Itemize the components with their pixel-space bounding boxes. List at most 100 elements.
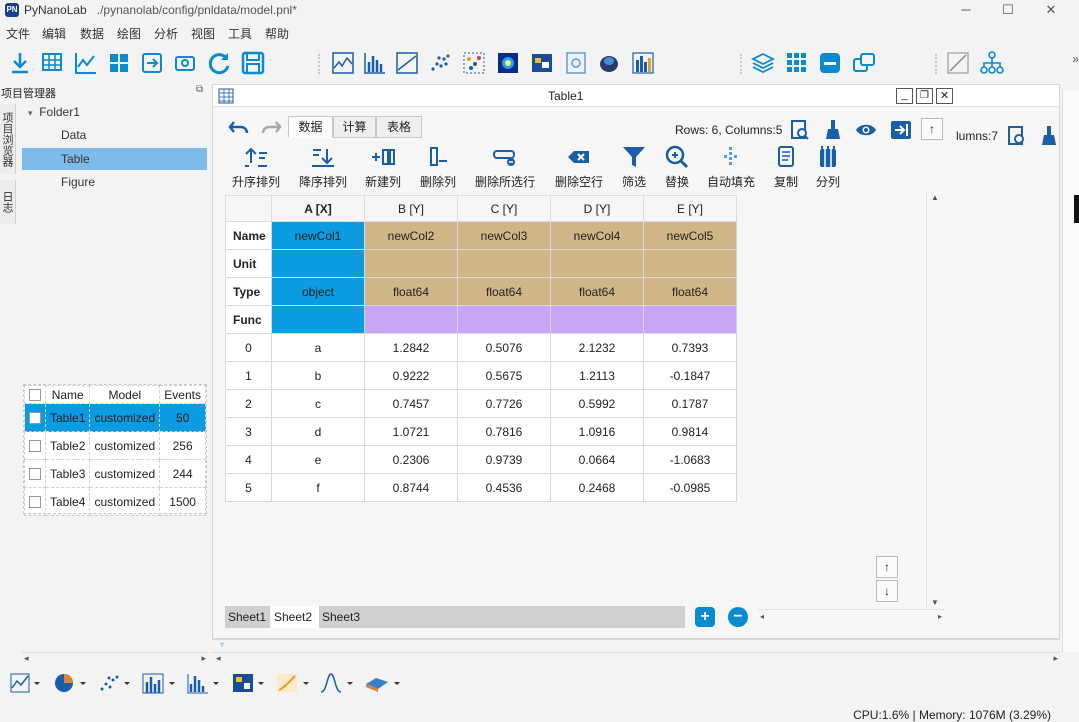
cell-type-a[interactable]: object: [271, 277, 365, 306]
data-cell[interactable]: -1.0683: [643, 445, 737, 474]
scatter-plot-icon[interactable]: [427, 50, 453, 76]
close-window-button[interactable]: ✕: [1040, 1, 1062, 19]
menu-file[interactable]: 文件: [6, 25, 30, 42]
column-header-d[interactable]: D [Y]: [550, 195, 644, 222]
import-icon[interactable]: [7, 50, 33, 76]
tree-item-figure[interactable]: Figure: [61, 171, 201, 193]
row-index[interactable]: 4: [225, 445, 272, 474]
row-checkbox[interactable]: [24, 487, 46, 516]
data-cell[interactable]: -0.1847: [643, 361, 737, 390]
vtab-log[interactable]: 日志: [0, 180, 16, 224]
menu-tools[interactable]: 工具: [228, 25, 252, 42]
tab-table[interactable]: 表格: [376, 116, 422, 138]
area-plot-icon[interactable]: [394, 50, 420, 76]
float-panel-icon[interactable]: ⧉: [196, 84, 203, 95]
data-cell[interactable]: -0.0985: [643, 473, 737, 502]
row-checkbox[interactable]: [24, 459, 46, 488]
sort-descending-button[interactable]: 降序排列: [297, 145, 349, 190]
data-cell[interactable]: 1.2113: [550, 361, 644, 390]
undo-icon[interactable]: [228, 118, 250, 138]
filter-button[interactable]: 筛选: [619, 145, 649, 190]
maximize-window-button[interactable]: ☐: [997, 1, 1019, 19]
scatter-color-icon[interactable]: [461, 50, 487, 76]
data-cell[interactable]: c: [271, 389, 365, 418]
back-clean-brush-icon[interactable]: [1039, 125, 1059, 147]
back-table-search-icon[interactable]: [1007, 125, 1027, 147]
data-cell[interactable]: 0.0664: [550, 445, 644, 474]
data-cell[interactable]: 0.8744: [364, 473, 458, 502]
grid-hscrollbar[interactable]: ◂ ▸: [758, 609, 944, 623]
data-cell[interactable]: 0.9739: [457, 445, 551, 474]
data-cell[interactable]: 0.9814: [643, 417, 737, 446]
table-row[interactable]: Table1 customized 50: [24, 403, 206, 432]
data-cell[interactable]: b: [271, 361, 365, 390]
subwindow-maximize-button[interactable]: ❐: [916, 88, 933, 104]
left-hscrollbar[interactable]: ◂ ▸: [22, 652, 208, 664]
row-index[interactable]: 1: [225, 361, 272, 390]
data-cell[interactable]: 0.4536: [457, 473, 551, 502]
scroll-down-button[interactable]: ↓: [876, 580, 898, 602]
cell-name-c[interactable]: newCol3: [457, 221, 551, 250]
cell-name-b[interactable]: newCol2: [364, 221, 458, 250]
image-icon[interactable]: [529, 50, 555, 76]
table-row[interactable]: Table4 customized 1500: [24, 487, 206, 516]
link-icon[interactable]: [172, 50, 198, 76]
line-plot-menu-icon[interactable]: [10, 672, 42, 694]
table-row[interactable]: Table2 customized 256: [24, 431, 206, 460]
cell-unit-c[interactable]: [457, 249, 551, 278]
cell-func-d[interactable]: [550, 305, 644, 334]
data-cell[interactable]: 0.7393: [643, 333, 737, 362]
row-checkbox[interactable]: [24, 431, 46, 460]
data-cell[interactable]: 2.1232: [550, 333, 644, 362]
tree-item-table[interactable]: Table: [22, 148, 207, 170]
vtab-project-browser[interactable]: 项目浏览器: [0, 104, 16, 174]
column-header-b[interactable]: B [Y]: [364, 195, 458, 222]
tree-item-data[interactable]: Data: [61, 124, 201, 146]
apps-icon[interactable]: [784, 50, 810, 76]
col-model-header[interactable]: Model: [89, 385, 161, 404]
line-plot-icon[interactable]: [330, 50, 356, 76]
table-icon[interactable]: [40, 50, 66, 76]
data-cell[interactable]: 0.7816: [457, 417, 551, 446]
split-column-button[interactable]: 分列: [814, 145, 842, 190]
cell-type-b[interactable]: float64: [364, 277, 458, 306]
data-cell[interactable]: f: [271, 473, 365, 502]
column-header-a[interactable]: A [X]: [271, 195, 365, 222]
data-cell[interactable]: e: [271, 445, 365, 474]
tree-folder[interactable]: ▾ Folder1: [28, 101, 80, 123]
cell-name-d[interactable]: newCol4: [550, 221, 644, 250]
export-icon[interactable]: [139, 50, 165, 76]
data-cell[interactable]: 0.2306: [364, 445, 458, 474]
auto-fill-button[interactable]: 自动填充: [705, 145, 757, 190]
grid-vscrollbar[interactable]: ▲ ▼: [926, 193, 944, 607]
row-index[interactable]: 2: [225, 389, 272, 418]
row-header-type[interactable]: Type: [225, 277, 272, 306]
add-sheet-button[interactable]: +: [695, 607, 715, 627]
histogram-menu-icon[interactable]: [186, 672, 222, 694]
data-cell[interactable]: 0.5992: [550, 389, 644, 418]
cell-unit-d[interactable]: [550, 249, 644, 278]
data-cell[interactable]: 0.5076: [457, 333, 551, 362]
remove-sheet-button[interactable]: −: [728, 607, 748, 627]
menu-edit[interactable]: 编辑: [42, 25, 66, 42]
heatmap-menu-icon[interactable]: [232, 672, 268, 694]
scatter-plot-menu-icon[interactable]: [98, 672, 134, 694]
row-header-unit[interactable]: Unit: [225, 249, 272, 278]
draw-icon[interactable]: [945, 50, 971, 76]
menu-view[interactable]: 视图: [191, 25, 215, 42]
tab-data[interactable]: 数据: [288, 116, 333, 138]
data-cell[interactable]: 0.2468: [550, 473, 644, 502]
layers-icon[interactable]: [750, 50, 776, 76]
cell-name-a[interactable]: newCol1: [271, 221, 365, 250]
copy-button[interactable]: 复制: [772, 145, 800, 190]
column-header-c[interactable]: C [Y]: [457, 195, 551, 222]
cell-type-d[interactable]: float64: [550, 277, 644, 306]
data-cell[interactable]: 0.9222: [364, 361, 458, 390]
table-search-icon[interactable]: [790, 119, 810, 141]
cell-func-b[interactable]: [364, 305, 458, 334]
table-row[interactable]: Table3 customized 244: [24, 459, 206, 488]
contour-menu-icon[interactable]: [276, 672, 312, 694]
expand-arrow-icon[interactable]: ▾: [28, 108, 33, 118]
column-header-e[interactable]: E [Y]: [643, 195, 737, 222]
minimize-window-button[interactable]: ─: [955, 1, 977, 19]
